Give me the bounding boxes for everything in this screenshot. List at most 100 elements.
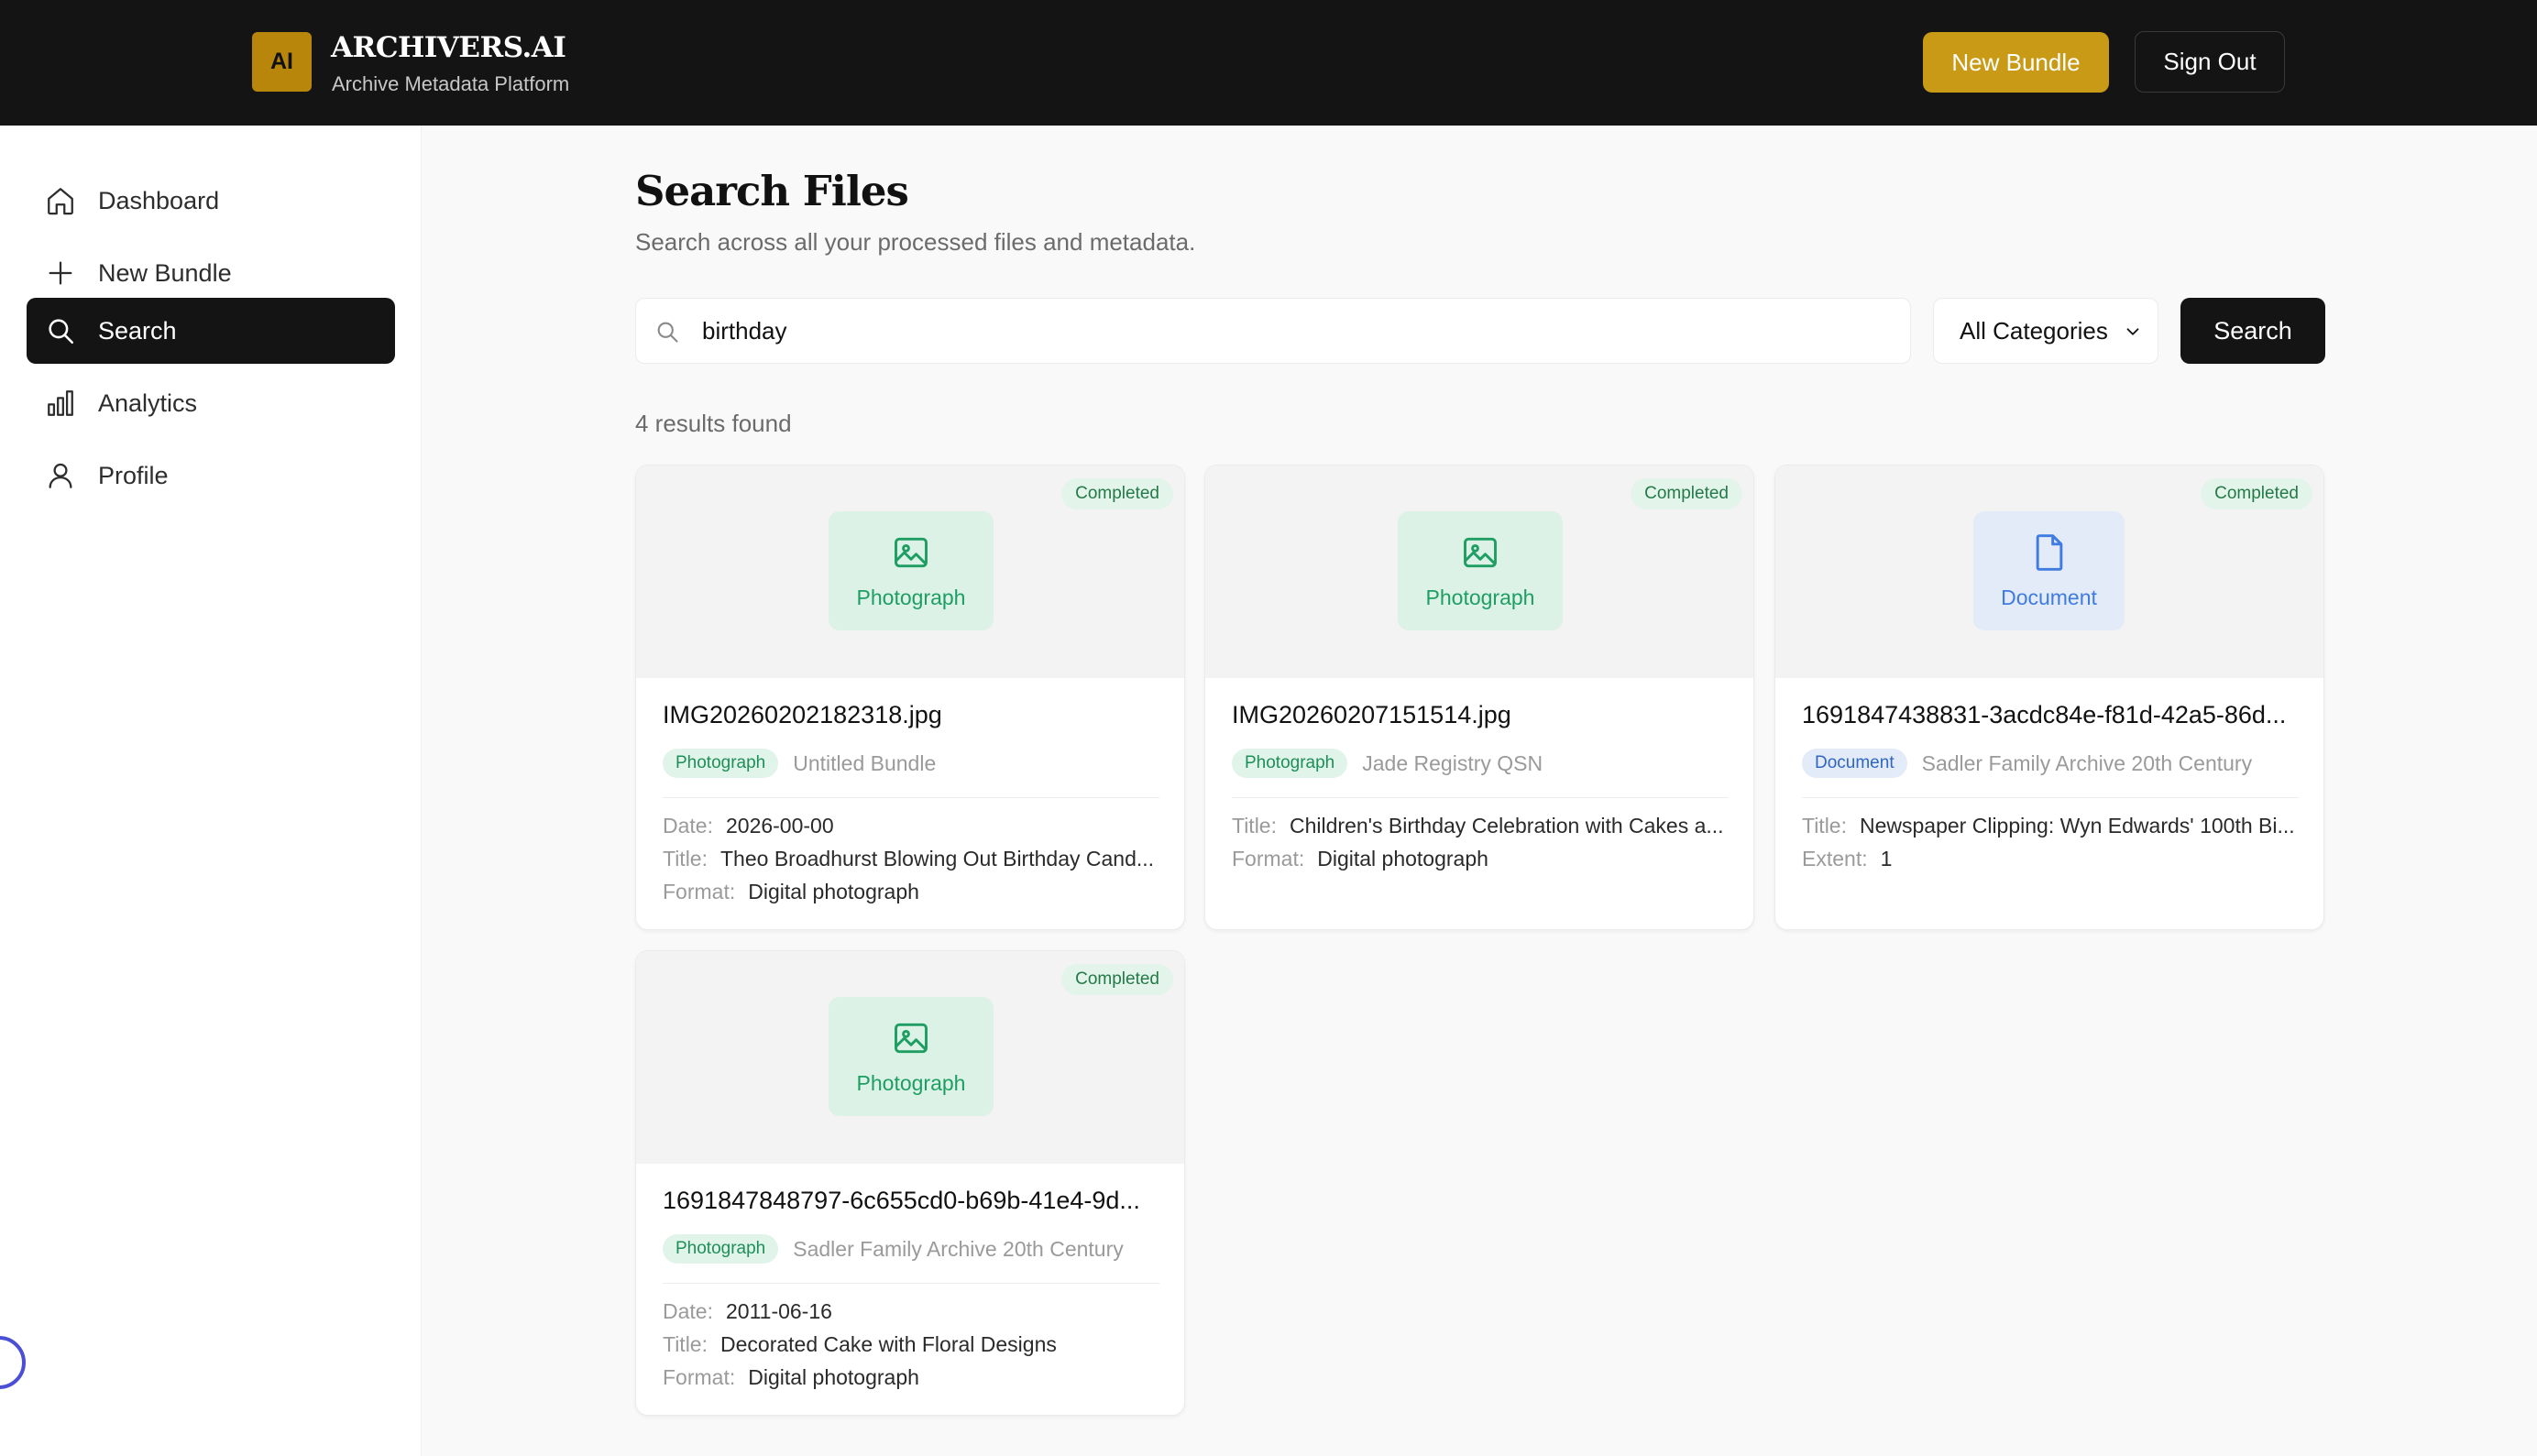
type-tile: Document (1973, 511, 2125, 630)
result-card[interactable]: Completed Photograph IMG20260202182318.j… (635, 465, 1185, 930)
status-badge: Completed (1061, 478, 1173, 509)
bundle-name: Sadler Family Archive 20th Century (793, 1236, 1124, 1261)
card-thumbnail: Completed Photograph (1205, 465, 1753, 678)
metadata-list: Title: Children's Birthday Celebration wi… (1232, 814, 1731, 880)
sidebar: Dashboard New Bundle Search Analytics Pr… (0, 126, 422, 1456)
type-tile-label: Photograph (856, 1070, 966, 1095)
metadata-row: Format: Digital photograph (663, 880, 1162, 913)
type-tile: Photograph (1398, 511, 1563, 630)
card-divider (663, 1283, 1159, 1284)
home-icon (48, 188, 73, 215)
metadata-row: Title: Decorated Cake with Floral Designs (663, 1332, 1162, 1365)
category-select-value: All Categories (1960, 316, 2108, 345)
top-bar: AI ARCHIVERS.AI Archive Metadata Platfor… (0, 0, 2537, 126)
status-badge: Completed (1061, 964, 1173, 995)
search-button[interactable]: Search (2180, 298, 2325, 364)
tag-row: Photograph Untitled Bundle (663, 748, 936, 779)
logo[interactable]: AI (252, 32, 312, 92)
metadata-row: Title: Children's Birthday Celebration wi… (1232, 814, 1731, 847)
sidebar-item-analytics[interactable]: Analytics (27, 370, 395, 436)
metadata-value: Digital photograph (748, 1365, 919, 1389)
type-tag: Photograph (663, 1234, 779, 1264)
metadata-value: Decorated Cake with Floral Designs (720, 1332, 1057, 1356)
file-name: IMG20260207151514.jpg (1232, 701, 1511, 728)
metadata-label: Title: (1232, 814, 1277, 837)
sidebar-item-label: New Bundle (98, 258, 232, 287)
brand-name: ARCHIVERS.AI (331, 31, 566, 64)
metadata-row: Date: 2011-06-16 (663, 1299, 1162, 1332)
results-count: 4 results found (635, 410, 792, 437)
metadata-value: Digital photograph (748, 880, 919, 903)
metadata-value: 2011-06-16 (725, 1299, 832, 1323)
metadata-row: Title: Theo Broadhurst Blowing Out Birthd… (663, 847, 1162, 880)
plus-icon (49, 261, 72, 285)
metadata-label: Title: (663, 847, 708, 870)
sidebar-item-profile[interactable]: Profile (27, 443, 395, 509)
tag-row: Photograph Jade Registry QSN (1232, 748, 1543, 779)
bar-chart-icon (48, 390, 73, 416)
card-divider (663, 797, 1159, 798)
result-card[interactable]: Completed Photograph IMG20260207151514.j… (1204, 465, 1754, 930)
sidebar-item-new-bundle[interactable]: New Bundle (27, 240, 395, 306)
metadata-row: Format: Digital photograph (663, 1365, 1162, 1398)
sidebar-item-label: Dashboard (98, 186, 220, 214)
search-input[interactable] (702, 299, 1894, 363)
page-title: Search Files (635, 167, 909, 215)
metadata-value: 1 (1880, 847, 1893, 870)
image-icon (1464, 537, 1497, 567)
metadata-list: Date: 2011-06-16 Title: Decorated Cake wit… (663, 1299, 1162, 1398)
image-icon (895, 537, 928, 567)
image-icon (895, 1023, 928, 1053)
metadata-label: Format: (663, 1365, 736, 1389)
search-box[interactable] (635, 298, 1911, 364)
result-card[interactable]: Completed Photograph 1691847848797-6c655… (635, 950, 1185, 1416)
metadata-row: Date: 2026-00-00 (663, 814, 1162, 847)
type-tile: Photograph (829, 511, 994, 630)
metadata-label: Title: (1802, 814, 1847, 837)
sign-out-button[interactable]: Sign Out (2135, 31, 2285, 93)
bundle-name: Sadler Family Archive 20th Century (1921, 750, 2253, 775)
search-icon (49, 319, 74, 345)
type-tile: Photograph (829, 997, 994, 1116)
sidebar-item-label: Search (98, 316, 177, 345)
sidebar-item-search[interactable]: Search (27, 298, 395, 364)
type-tag: Document (1802, 749, 1907, 778)
sidebar-item-label: Analytics (98, 389, 198, 417)
card-thumbnail: Completed Photograph (636, 465, 1184, 678)
card-divider (1232, 797, 1729, 798)
metadata-value: 2026-00-00 (725, 814, 834, 837)
new-bundle-button[interactable]: New Bundle (1923, 32, 2109, 93)
metadata-label: Extent: (1802, 847, 1868, 870)
tag-row: Photograph Sadler Family Archive 20th Ce… (663, 1233, 1124, 1264)
metadata-value: Digital photograph (1317, 847, 1488, 870)
brand-subtitle: Archive Metadata Platform (332, 72, 570, 95)
result-card[interactable]: Completed Document 1691847438831-3acdc84… (1774, 465, 2324, 930)
metadata-label: Format: (1232, 847, 1305, 870)
file-name: 1691847438831-3acdc84e-f81d-42a5-86d... (1802, 701, 2287, 728)
metadata-list: Date: 2026-00-00 Title: Theo Broadhurst Bl… (663, 814, 1162, 913)
status-badge: Completed (1631, 478, 1742, 509)
metadata-label: Date: (663, 1299, 713, 1323)
metadata-row: Extent: 1 (1802, 847, 2301, 880)
card-thumbnail: Completed Document (1775, 465, 2323, 678)
card-thumbnail: Completed Photograph (636, 951, 1184, 1164)
search-icon (657, 322, 678, 343)
file-name: IMG20260202182318.jpg (663, 701, 942, 728)
metadata-list: Title: Newspaper Clipping: Wyn Edwards' 1… (1802, 814, 2301, 880)
chevron-down-icon (2126, 328, 2139, 335)
sidebar-item-dashboard[interactable]: Dashboard (27, 168, 395, 234)
metadata-value: Theo Broadhurst Blowing Out Birthday Can… (720, 847, 1155, 870)
type-tile-label: Document (2001, 585, 2097, 609)
metadata-label: Format: (663, 880, 736, 903)
type-tile-label: Photograph (856, 585, 966, 609)
user-icon (49, 463, 72, 488)
type-tile-label: Photograph (1425, 585, 1535, 609)
metadata-row: Format: Digital photograph (1232, 847, 1731, 880)
bundle-name: Jade Registry QSN (1362, 750, 1543, 775)
document-icon (2036, 533, 2062, 571)
tag-row: Document Sadler Family Archive 20th Cent… (1802, 748, 2252, 779)
sidebar-item-label: Profile (98, 461, 169, 489)
category-select[interactable]: All Categories (1933, 298, 2158, 364)
metadata-label: Date: (663, 814, 713, 837)
metadata-value: Children's Birthday Celebration with Cak… (1290, 814, 1724, 837)
